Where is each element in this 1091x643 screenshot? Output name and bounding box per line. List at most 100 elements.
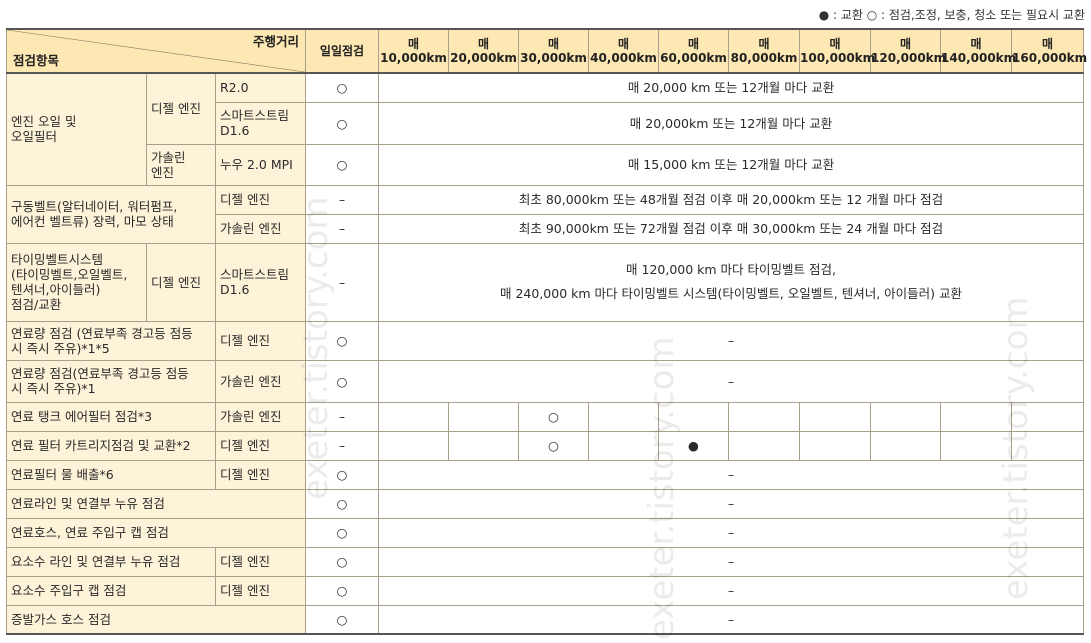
daily-cell: – bbox=[305, 430, 380, 461]
interval-cell bbox=[448, 401, 520, 432]
item-cell: 연료 탱크 에어필터 점검*3 bbox=[6, 401, 216, 432]
interval-cell bbox=[940, 430, 1013, 461]
daily-cell: ○ bbox=[305, 459, 380, 490]
interval-cell bbox=[728, 430, 801, 461]
table-row: 연료 탱크 에어필터 점검*3 가솔린 엔진 – ○ bbox=[6, 401, 1085, 432]
daily-cell: – bbox=[305, 242, 380, 322]
daily-cell: ○ bbox=[305, 517, 380, 548]
interval-text: – bbox=[378, 575, 1085, 606]
interval-header: 매 80,000km bbox=[728, 28, 801, 74]
item-cell: 연료라인 및 연결부 누유 점검 bbox=[5, 488, 307, 519]
interval-text: 매 20,000km 또는 12개월 마다 교환 bbox=[378, 101, 1085, 145]
daily-cell: – bbox=[305, 213, 380, 244]
table-row: 연료 필터 카트리지점검 및 교환*2 디젤 엔진 – ○ ● bbox=[6, 430, 1085, 461]
interval-cell bbox=[658, 401, 730, 432]
daily-cell: – bbox=[305, 184, 380, 215]
interval-text: – bbox=[378, 359, 1085, 403]
maintenance-table: 주행거리 점검항목 일일점검 매 10,000km 매 20,000km 매 30,0… bbox=[5, 28, 1087, 635]
interval-header: 매 140,000km bbox=[940, 28, 1016, 74]
interval-text: 매 120,000 km 마다 타이밍벨트 점검, 매 240,000 km 마… bbox=[378, 242, 1085, 322]
interval-cell bbox=[378, 430, 450, 461]
table-row: 연료필터 물 배출*6 디젤 엔진 ○ – bbox=[6, 459, 1085, 490]
interval-text: – bbox=[378, 546, 1085, 577]
interval-cell bbox=[1011, 401, 1085, 432]
table-row: 타이밍벨트시스템 (타이밍벨트,오일벨트, 텐셔너,아이들러) 점검/교환 디젤… bbox=[6, 242, 1085, 322]
table-row: 요소수 라인 및 연결부 누유 점검 디젤 엔진 ○ – bbox=[6, 546, 1085, 577]
interval-cell bbox=[940, 401, 1013, 432]
interval-cell bbox=[588, 401, 660, 432]
interval-cell bbox=[1011, 430, 1085, 461]
corner-header: 주행거리 점검항목 bbox=[5, 28, 307, 74]
interval-cell bbox=[870, 430, 942, 461]
distance-label: 주행거리 bbox=[253, 34, 300, 49]
engine-cell: 가솔린 엔진 bbox=[214, 401, 307, 432]
interval-cell bbox=[448, 430, 520, 461]
item-cell: 증발가스 호스 점검 bbox=[5, 604, 307, 635]
spec-cell: 누우 2.0 MPI bbox=[214, 143, 307, 186]
engine-cell: 가솔린 엔진 bbox=[214, 359, 307, 403]
inspection-item-label: 점검항목 bbox=[13, 53, 60, 68]
daily-cell: ○ bbox=[305, 143, 380, 186]
item-cell: 연료호스, 연료 주입구 캡 점검 bbox=[5, 517, 307, 548]
interval-text: – bbox=[378, 320, 1085, 361]
interval-cell bbox=[378, 401, 450, 432]
engine-cell: 디젤 엔진 bbox=[214, 430, 307, 461]
engine-cell: 디젤 엔진 bbox=[214, 459, 307, 490]
daily-header: 일일점검 bbox=[305, 28, 380, 74]
spec-cell: R2.0 bbox=[214, 72, 307, 103]
interval-header: 매 10,000km bbox=[378, 28, 450, 74]
daily-cell: ○ bbox=[305, 72, 380, 103]
interval-text: 최초 90,000km 또는 72개월 점검 이후 매 30,000km 또는 … bbox=[378, 213, 1085, 244]
item-cell: 연료량 점검(연료부족 경고등 점등 시 즉시 주유)*1 bbox=[6, 359, 216, 403]
interval-text: 매 15,000 km 또는 12개월 마다 교환 bbox=[378, 143, 1085, 186]
table-row: 엔진 오일 및 오일필터 디젤 엔진 R2.0 ○ 매 20,000 km 또는… bbox=[6, 72, 1085, 186]
daily-cell: ○ bbox=[305, 546, 380, 577]
table-row: 연료량 점검 (연료부족 경고등 점등 시 즉시 주유)*1*5 디젤 엔진 ○… bbox=[6, 320, 1085, 361]
item-cell: 연료량 점검 (연료부족 경고등 점등 시 즉시 주유)*1*5 bbox=[6, 320, 216, 361]
table-row: 구동벨트(알터네이터, 워터펌프, 에어컨 벨트류) 장력, 마모 상태 디젤 … bbox=[6, 184, 1085, 244]
daily-cell: ○ bbox=[305, 320, 380, 361]
item-cell: 요소수 주입구 캡 점검 bbox=[6, 575, 216, 606]
interval-cell bbox=[799, 401, 872, 432]
table-row: 가솔린 엔진 누우 2.0 MPI ○ 매 15,000 km 또는 12개월 … bbox=[7, 143, 1085, 186]
interval-text: – bbox=[378, 459, 1085, 490]
table-row: 증발가스 호스 점검 ○ – bbox=[5, 604, 1085, 635]
daily-cell: ○ bbox=[305, 101, 380, 145]
interval-text: – bbox=[378, 517, 1085, 548]
interval-text: 최초 80,000km 또는 48개월 점검 이후 매 20,000km 또는 … bbox=[378, 184, 1085, 215]
interval-header: 매 30,000km bbox=[518, 28, 590, 74]
interval-header: 매 100,000km bbox=[799, 28, 875, 74]
table-row: 연료량 점검(연료부족 경고등 점등 시 즉시 주유)*1 가솔린 엔진 ○ – bbox=[6, 359, 1085, 403]
engine-cell: 가솔린 엔진 bbox=[214, 213, 307, 244]
daily-cell: ○ bbox=[305, 604, 380, 635]
item-cell: 요소수 라인 및 연결부 누유 점검 bbox=[6, 546, 216, 577]
interval-cell bbox=[870, 401, 942, 432]
interval-text: 매 20,000 km 또는 12개월 마다 교환 bbox=[378, 72, 1085, 103]
header-row: 주행거리 점검항목 일일점검 매 10,000km 매 20,000km 매 30,0… bbox=[5, 28, 1087, 74]
daily-cell: ○ bbox=[305, 488, 380, 519]
interval-cell: ○ bbox=[518, 401, 590, 432]
item-cell: 구동벨트(알터네이터, 워터펌프, 에어컨 벨트류) 장력, 마모 상태 bbox=[6, 184, 216, 244]
item-cell: 엔진 오일 및 오일필터 bbox=[6, 72, 147, 186]
interval-header: 매 160,000km bbox=[1011, 28, 1087, 74]
spec-cell: 스마트스트림 D1.6 bbox=[214, 242, 307, 322]
spec-cell: 스마트스트림 D1.6 bbox=[214, 101, 307, 145]
table-row: 연료호스, 연료 주입구 캡 점검 ○ – bbox=[5, 517, 1085, 548]
engine-cell: 디젤 엔진 bbox=[214, 546, 307, 577]
engine-cell: 디젤 엔진 bbox=[146, 72, 216, 145]
daily-cell: ○ bbox=[305, 359, 380, 403]
item-cell: 연료 필터 카트리지점검 및 교환*2 bbox=[6, 430, 216, 461]
item-cell: 타이밍벨트시스템 (타이밍벨트,오일벨트, 텐셔너,아이들러) 점검/교환 bbox=[6, 242, 147, 322]
engine-cell: 가솔린 엔진 bbox=[146, 143, 216, 186]
interval-cell bbox=[799, 430, 872, 461]
interval-cell bbox=[728, 401, 801, 432]
engine-cell: 디젤 엔진 bbox=[214, 320, 307, 361]
interval-cell: ● bbox=[658, 430, 730, 461]
engine-cell: 디젤 엔진 bbox=[214, 575, 307, 606]
daily-cell: ○ bbox=[305, 575, 380, 606]
interval-cell bbox=[588, 430, 660, 461]
table-row: 요소수 주입구 캡 점검 디젤 엔진 ○ – bbox=[6, 575, 1085, 606]
interval-header: 매 40,000km bbox=[588, 28, 660, 74]
legend: ● : 교환 ○ : 점검,조정, 보충, 청소 또는 필요시 교환 bbox=[818, 8, 1085, 22]
table-row: 연료라인 및 연결부 누유 점검 ○ – bbox=[5, 488, 1085, 519]
